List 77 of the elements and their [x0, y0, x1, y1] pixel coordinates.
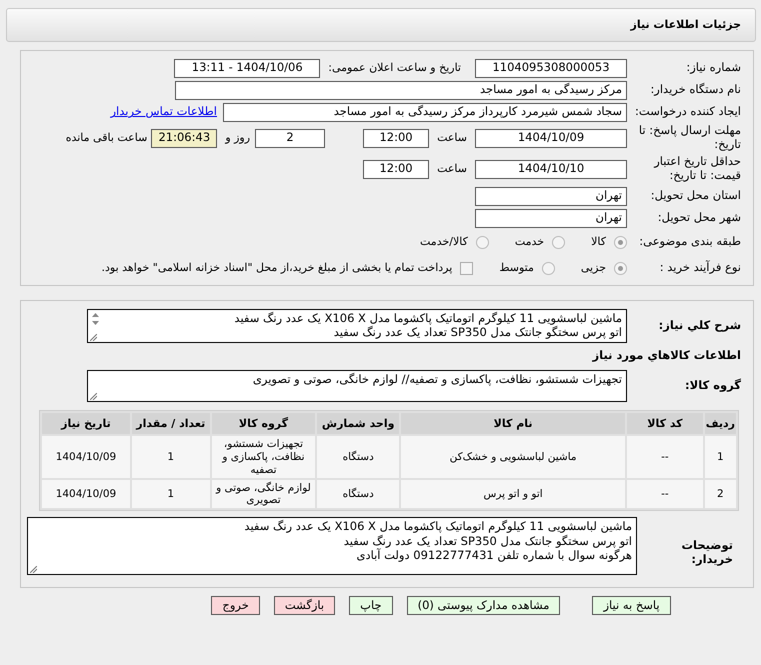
field-label: حداقل تاریخ اعتبار قیمت: تا تاریخ: — [652, 155, 742, 183]
page-title: جزئیات اطلاعات نیاز — [630, 16, 741, 33]
action-button[interactable]: بازگشت — [274, 596, 336, 616]
action-button[interactable]: مشاهده مدارک پیوستی (0) — [406, 596, 560, 616]
table-cell: دستگاه — [317, 480, 400, 508]
field-label: کالا — [591, 234, 606, 250]
city-field[interactable]: تهران — [475, 208, 627, 228]
field-label: پرداخت تمام یا بخشی از مبلغ خرید،از محل "اسناد خزانه اسلامی" خواهد بود. — [102, 260, 452, 276]
deadline-time-field[interactable]: 12:00 — [363, 128, 430, 148]
field-label: توضیحات خریدار: — [680, 539, 734, 567]
field-label: ساعت — [437, 130, 467, 146]
column-header: تعداد / مقدار — [132, 413, 210, 434]
field-label: شماره نیاز: — [685, 61, 742, 75]
table-cell: -- — [627, 480, 703, 508]
field-label: شرح کلي نياز: — [658, 319, 742, 333]
action-button[interactable]: پاسخ به نیاز — [592, 596, 671, 616]
table-cell: لوازم خانگی، صوتی و تصویری — [212, 480, 316, 508]
table-cell: 1404/10/09 — [42, 436, 130, 478]
field-label: جزیی — [580, 260, 606, 276]
radio-button[interactable] — [614, 262, 627, 274]
field-label: نوع فرآیند خرید : — [658, 261, 742, 275]
section-title: اطلاعات کالاهاي مورد نياز — [591, 347, 742, 364]
resize-grip-icon — [90, 393, 97, 400]
radio-button[interactable] — [614, 236, 627, 248]
table-cell: اتو و اتو پرس — [401, 480, 626, 508]
radio-button[interactable] — [542, 262, 555, 274]
validity-time-field[interactable]: 12:00 — [363, 160, 430, 178]
table-cell: -- — [627, 436, 703, 478]
scroll-arrows-icon — [91, 312, 100, 326]
field-label: ایجاد کننده درخواست: — [634, 105, 742, 119]
description-field[interactable]: ماشین لباسشویی 11 کیلوگرم اتوماتیک پاکشوما مدل X106 X یک عدد رنگ سفید اتو پرس سختگو جانتک مدل SP350 تعداد یک عدد رنگ سفید — [87, 309, 627, 343]
column-header: واحد شمارش — [317, 413, 400, 434]
remaining-time-field[interactable]: 21:06:43 — [151, 128, 218, 148]
action-button[interactable]: خروج — [211, 596, 260, 616]
deadline-date-field[interactable]: 1404/10/09 — [475, 128, 627, 148]
column-header: نام کالا — [401, 413, 626, 434]
table-cell: 1 — [132, 480, 210, 508]
field-label: متوسط — [499, 260, 534, 276]
table-cell: تجهیزات شستشو، نظافت، پاکسازی و تصفیه — [212, 436, 316, 478]
column-header: گروه کالا — [212, 413, 316, 434]
table-cell: 2 — [704, 480, 736, 508]
field-label: ساعت — [437, 160, 467, 177]
field-label: تاریخ و ساعت اعلان عمومی: — [328, 60, 461, 76]
field-label: طبقه بندی موضوعی: — [638, 235, 742, 249]
column-header: تاریخ نیاز — [42, 413, 130, 434]
need-number-field[interactable]: 1104095308000053 — [475, 58, 627, 78]
field-label: شهر محل تحویل: — [656, 211, 742, 225]
field-label: گروه کالا: — [684, 379, 742, 394]
field-label: استان محل تحویل: — [650, 189, 742, 203]
table-cell: 1404/10/09 — [42, 480, 130, 508]
radio-button[interactable] — [476, 236, 489, 248]
table-cell: 1 — [132, 436, 210, 478]
table-cell: دستگاه — [317, 436, 400, 478]
field-label: ساعت باقی مانده — [66, 130, 148, 146]
days-field[interactable]: 2 — [255, 128, 326, 148]
field-label: مهلت ارسال پاسخ: تا تاریخ: — [638, 124, 742, 152]
goods-group-field[interactable]: تجهیزات شستشو، نظافت، پاکسازی و تصفیه// لوازم خانگی، صوتی و تصویری — [87, 370, 627, 402]
field-label: نام دستگاه خریدار: — [649, 83, 742, 97]
buyer-contact-link[interactable]: اطلاعات تماس خریدار — [110, 103, 217, 121]
resize-grip-icon — [90, 334, 97, 341]
buyer-notes-field[interactable]: ماشین لباسشویی 11 کیلوگرم اتوماتیک پاکشوما مدل X106 X یک عدد رنگ سفید اتو پرس سختگو جانتک مدل SP350 تعداد یک عدد رنگ سفید هرگونه سوال با شماره تلفن 09122777431 دولت آبادی — [27, 517, 637, 576]
table-cell: 1 — [704, 436, 736, 478]
checkbox[interactable] — [460, 262, 474, 274]
field-label: خدمت — [514, 234, 544, 250]
field-label: روز و — [225, 130, 250, 146]
requester-field[interactable]: سجاد شمس شیرمرد کارپرداز مرکز رسیدگی به امور مساجد — [223, 102, 627, 122]
buyer-name-field[interactable]: مرکز رسیدگی به امور مساجد — [175, 80, 627, 100]
validity-date-field[interactable]: 1404/10/10 — [475, 160, 627, 178]
column-header: ردیف — [704, 413, 736, 434]
table-cell: ماشین لباسشویی و خشک‌کن — [401, 436, 626, 478]
province-field[interactable]: تهران — [475, 186, 627, 206]
column-header: کد کالا — [627, 413, 703, 434]
resize-grip-icon — [30, 566, 37, 574]
field-label: کالا/خدمت — [420, 234, 468, 250]
action-button[interactable]: چاپ — [349, 596, 393, 616]
announce-date-field[interactable]: 1404/10/06 - 13:11 — [174, 58, 320, 78]
radio-button[interactable] — [552, 236, 566, 248]
